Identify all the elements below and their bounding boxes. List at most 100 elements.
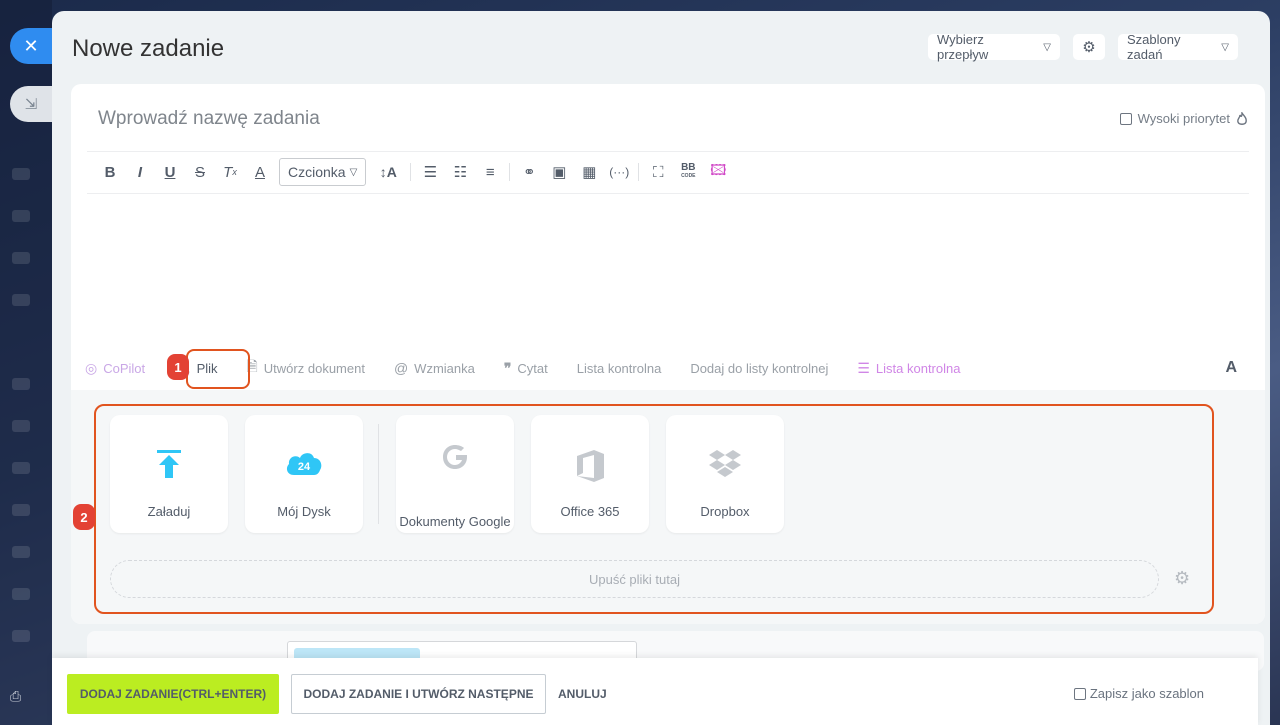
italic-icon[interactable]: I — [125, 164, 155, 181]
align-icon[interactable]: ≡ — [475, 164, 505, 181]
toolbar-divider — [410, 163, 412, 181]
google-docs-label: Dokumenty Google — [399, 514, 511, 529]
office365-label: Office 365 — [560, 504, 620, 519]
flame-icon — [1237, 111, 1247, 125]
table-icon[interactable]: ▦ — [574, 163, 604, 181]
close-icon: ✕ — [23, 35, 39, 56]
office-icon — [531, 449, 649, 490]
bulleted-list-icon[interactable]: ☷ — [445, 163, 475, 181]
clear-format-icon[interactable]: Tx — [215, 164, 245, 181]
my-drive-label: Mój Dysk — [277, 504, 331, 519]
task-create-panel: Nowe zadanie Wybierz przepływ ▽ ⚙ Szablo… — [52, 11, 1270, 725]
add-to-checklist-button[interactable]: Dodaj do listy kontrolnej — [690, 361, 828, 376]
copilot-label: CoPilot — [103, 360, 146, 376]
save-template-checkbox[interactable] — [1073, 687, 1086, 700]
ai-checklist-button[interactable]: ☰ Lista kontrolna — [857, 360, 960, 377]
annotation-badge-1: 1 — [167, 354, 189, 380]
sidebar-icon — [12, 168, 30, 180]
annotation-badge-2: 2 — [73, 504, 95, 530]
ai-checklist-icon: ☰ — [857, 359, 870, 376]
numbered-list-icon[interactable]: ☰ — [415, 163, 445, 181]
my-drive-tile[interactable]: 24 Mój Dysk — [245, 415, 363, 533]
bbcode-label: BB — [681, 162, 696, 173]
ai-checklist-label: Lista kontrolna — [875, 360, 961, 376]
flow-select-label: Wybierz przepływ — [937, 32, 989, 62]
chevron-down-icon: ▽ — [1043, 41, 1051, 53]
create-document-button[interactable]: 🗎 Utwórz dokument — [247, 356, 365, 380]
templates-select-button[interactable]: Szablony zadań ▽ — [1118, 32, 1238, 62]
task-name-input[interactable]: Wprowadź nazwę zadania — [98, 108, 320, 130]
dropbox-label: Dropbox — [700, 504, 750, 519]
office365-tile[interactable]: Office 365 — [531, 415, 649, 533]
save-as-template-toggle[interactable]: Zapisz jako szablon — [1073, 686, 1204, 701]
upload-tile[interactable]: Załaduj — [110, 415, 228, 533]
quote-label: Cytat — [517, 360, 548, 376]
at-icon: @ — [393, 360, 409, 376]
file-button-highlight — [186, 349, 250, 389]
cancel-button[interactable]: ANULUJ — [558, 674, 607, 714]
create-document-label: Utwórz dokument — [263, 360, 365, 376]
mention-button[interactable]: @ Wzmianka — [394, 360, 475, 376]
priority-label: Wysoki priorytet — [1137, 111, 1230, 126]
ai-image-icon[interactable]: 🖾 — [703, 160, 733, 185]
checklist-label: Lista kontrolna — [576, 360, 662, 376]
sidebar-icon — [12, 294, 30, 306]
google-docs-tile[interactable]: Dokumenty Google — [396, 415, 514, 533]
add-to-checklist-label: Dodaj do listy kontrolnej — [690, 360, 829, 376]
divider — [87, 193, 1249, 194]
sidebar-icon — [12, 210, 30, 222]
copilot-button[interactable]: ◎ CoPilot — [85, 360, 145, 377]
upload-icon — [110, 449, 228, 486]
sidebar-icon — [12, 546, 30, 558]
sidebar-icon — [12, 588, 30, 600]
add-and-create-next-button[interactable]: DODAJ ZADANIE I UTWÓRZ NASTĘPNE — [291, 674, 546, 714]
strikethrough-icon[interactable]: S — [185, 164, 215, 181]
font-size-icon[interactable]: ↕A — [370, 164, 406, 180]
upload-label: Załaduj — [147, 504, 191, 519]
code-icon[interactable]: (···) — [604, 165, 634, 179]
sidebar-icon — [12, 252, 30, 264]
bbcode-icon[interactable]: BB CODE — [673, 163, 703, 181]
bold-icon[interactable]: B — [95, 164, 125, 181]
minimize-icon: ⇲ — [24, 96, 38, 113]
chevron-down-icon: ▽ — [349, 166, 358, 178]
image-icon[interactable]: ▣ — [544, 163, 574, 181]
link-icon[interactable]: ⚭ — [514, 163, 544, 181]
quote-button[interactable]: ❞ Cytat — [504, 360, 548, 377]
toolbar-divider — [638, 163, 640, 181]
mention-label: Wzmianka — [414, 360, 475, 376]
sidebar-icon — [12, 504, 30, 516]
underline-icon[interactable]: U — [155, 164, 185, 181]
footer-bar: DODAJ ZADANIE(CTRL+ENTER) DODAJ ZADANIE … — [52, 658, 1258, 725]
editor-toolbar: B I U S Tx A Czcionka ▽ ↕A ☰ ☷ ≡ ⚭ ▣ ▦ (… — [95, 158, 733, 186]
chevron-down-icon: ▽ — [1221, 41, 1229, 53]
sidebar-icon — [12, 420, 30, 432]
toolbar-divider — [509, 163, 511, 181]
text-color-icon[interactable]: A — [245, 164, 275, 181]
page-title: Nowe zadanie — [72, 35, 225, 62]
checklist-button[interactable]: Lista kontrolna — [577, 361, 662, 376]
close-slider-button[interactable]: ✕ — [10, 28, 52, 64]
high-priority-toggle[interactable]: Wysoki priorytet — [1119, 111, 1248, 126]
dropbox-tile[interactable]: Dropbox — [666, 415, 784, 533]
gear-icon: ⚙ — [1082, 39, 1096, 56]
divider — [87, 151, 1249, 152]
text-format-toggle[interactable]: A — [1225, 359, 1237, 377]
priority-checkbox[interactable] — [1119, 112, 1132, 125]
gear-icon[interactable]: ⚙ — [1174, 568, 1190, 589]
add-task-button[interactable]: DODAJ ZADANIE(CTRL+ENTER) — [67, 674, 279, 714]
tile-divider — [378, 424, 379, 524]
drop-zone-label: Upuść pliki tutaj — [588, 571, 681, 587]
minimize-slider-button[interactable]: ⇲ — [10, 86, 52, 122]
bbcode-sublabel: CODE — [681, 173, 696, 179]
flow-select-button[interactable]: Wybierz przepływ ▽ — [928, 32, 1060, 62]
google-icon — [396, 441, 514, 480]
drop-zone[interactable]: Upuść pliki tutaj — [110, 560, 1159, 598]
sidebar-icon — [12, 630, 30, 642]
font-select[interactable]: Czcionka ▽ — [279, 158, 367, 186]
sidebar-icon — [12, 378, 30, 390]
settings-button[interactable]: ⚙ — [1073, 34, 1105, 60]
print-icon[interactable]: ⎙ — [10, 688, 28, 704]
sidebar-icon — [12, 462, 30, 474]
fullscreen-icon[interactable]: ⛶ — [643, 164, 673, 181]
